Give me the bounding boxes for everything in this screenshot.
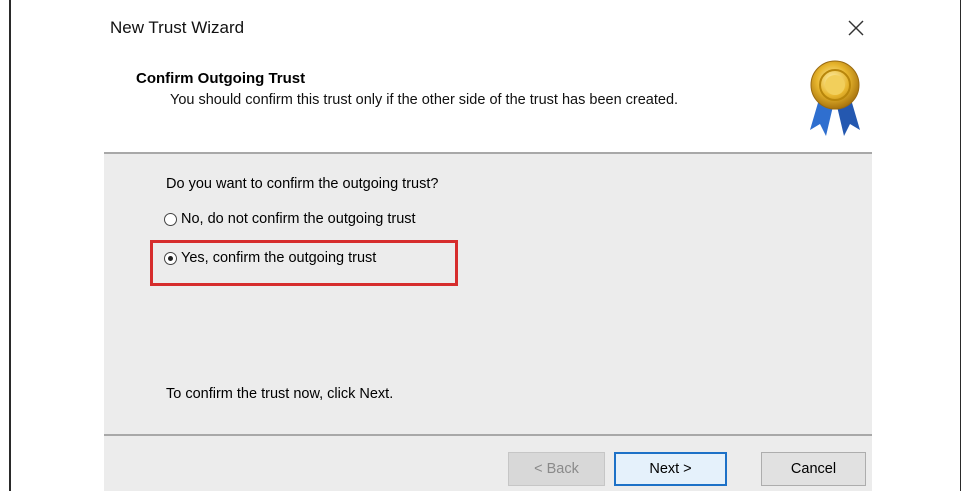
cancel-button[interactable]: Cancel	[761, 452, 866, 486]
question-label: Do you want to confirm the outgoing trus…	[166, 176, 439, 192]
page-title: Confirm Outgoing Trust	[136, 70, 306, 87]
radio-button-checked[interactable]	[164, 251, 177, 265]
page-subtitle: You should confirm this trust only if th…	[170, 92, 679, 108]
wizard-body: Do you want to confirm the outgoing trus…	[104, 154, 872, 434]
next-button[interactable]: Next >	[614, 452, 727, 486]
radio-button-unchecked[interactable]	[164, 212, 177, 226]
close-icon	[848, 20, 864, 36]
title-bar: New Trust Wizard	[104, 0, 872, 56]
wizard-dialog: New Trust Wizard Confirm Outgoing Trust …	[104, 0, 872, 491]
radio-label-yes: Yes, confirm the outgoing trust	[181, 250, 377, 266]
radio-label-no: No, do not confirm the outgoing trust	[181, 211, 416, 227]
award-icon	[810, 60, 860, 136]
instruction-text: To confirm the trust now, click Next.	[166, 386, 394, 402]
close-button[interactable]	[844, 16, 868, 40]
window-title: New Trust Wizard	[110, 18, 245, 37]
wizard-footer: < Back Next > Cancel	[104, 436, 872, 491]
back-button[interactable]: < Back	[508, 452, 605, 486]
radio-option-yes[interactable]: Yes, confirm the outgoing trust	[164, 250, 376, 266]
wizard-header: Confirm Outgoing Trust You should confir…	[104, 56, 872, 152]
radio-option-no[interactable]: No, do not confirm the outgoing trust	[164, 211, 416, 227]
frame-left-border	[9, 0, 11, 491]
